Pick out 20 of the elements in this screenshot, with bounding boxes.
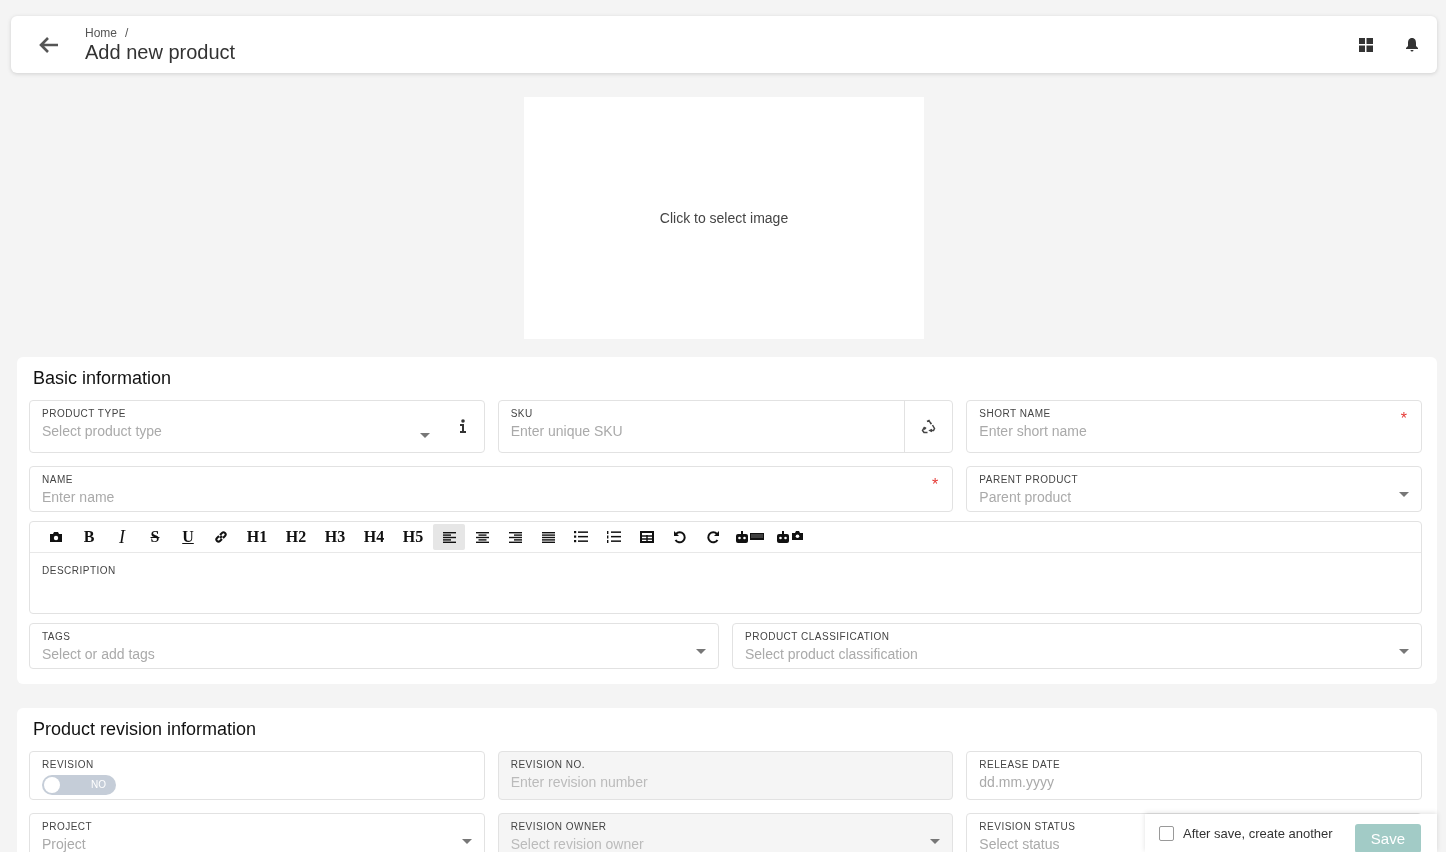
field-label: NAME [42, 474, 73, 485]
field-label: TAGS [42, 631, 71, 642]
field-label: RELEASE DATE [979, 759, 1061, 770]
breadcrumb-separator: / [125, 25, 129, 40]
field-label: PARENT PRODUCT [979, 474, 1079, 485]
field-label: PROJECT [42, 821, 93, 832]
section-title: Basic information [33, 368, 173, 389]
required-mark: * [1400, 410, 1407, 428]
field-label: SHORT NAME [979, 408, 1051, 419]
field-label: REVISION NO. [510, 759, 585, 770]
page-title: Add new product [85, 40, 236, 64]
field-label: REVISION STATUS [979, 821, 1076, 832]
field-label: PRODUCT CLASSIFICATION [745, 631, 890, 642]
field-label: REVISION OWNER [510, 821, 607, 832]
description-label: DESCRIPTION [42, 565, 116, 576]
field-label: PRODUCT TYPE [42, 408, 126, 419]
field-label: REVISION [42, 759, 94, 770]
field-label: SKU [510, 408, 533, 419]
section-title: Product revision information [33, 719, 258, 740]
required-mark: * [932, 476, 939, 494]
